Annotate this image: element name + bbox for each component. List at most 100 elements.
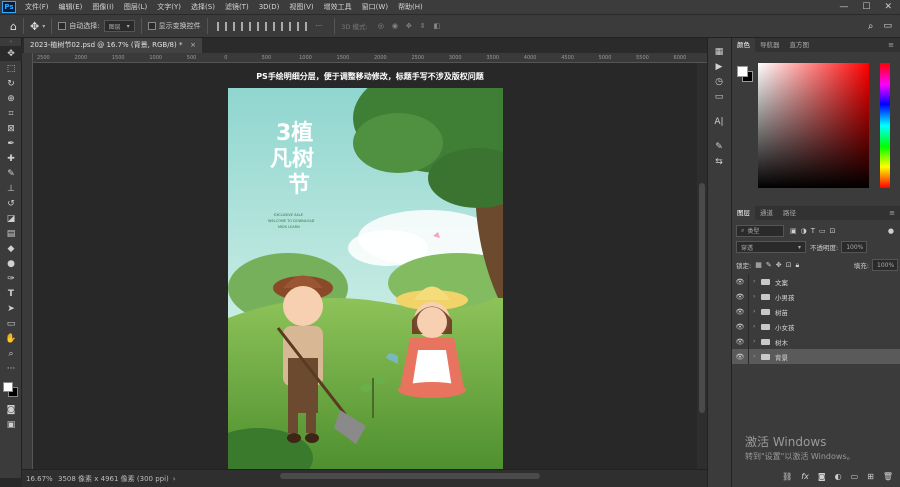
eye-icon[interactable]: 👁︎: [732, 353, 748, 361]
menu-filter[interactable]: 滤镜(T): [220, 2, 254, 12]
chevron-right-icon[interactable]: ›: [753, 338, 761, 345]
menu-3d[interactable]: 3D(D): [254, 3, 285, 11]
layer-row[interactable]: 👁︎ › 树苗: [732, 304, 900, 319]
layer-row[interactable]: 👁︎ › 树木: [732, 334, 900, 349]
slide-3d-icon[interactable]: ⇕: [420, 22, 426, 30]
hand-tool-icon[interactable]: ✋: [0, 331, 22, 346]
link-icon[interactable]: ⛓︎: [782, 472, 792, 481]
type-tool-icon[interactable]: T: [0, 286, 22, 301]
zoom-level[interactable]: 16.67%: [26, 475, 56, 483]
layers-menu-icon[interactable]: ≡: [889, 209, 895, 217]
adjustments-panel-icon[interactable]: ⇆: [708, 154, 730, 169]
scale-3d-icon[interactable]: ◧: [434, 22, 441, 30]
history-brush-tool-icon[interactable]: ↺: [0, 196, 22, 211]
pen-tool-icon[interactable]: ✑: [0, 271, 22, 286]
fx-icon[interactable]: fx: [801, 472, 809, 481]
more-options-icon[interactable]: ···: [316, 22, 323, 30]
lock-artboard-icon[interactable]: ⊡: [786, 261, 792, 269]
lock-transparent-icon[interactable]: ▦: [755, 261, 762, 269]
align-top-icon[interactable]: [264, 21, 275, 31]
tab-navigator[interactable]: 导航器: [755, 38, 785, 52]
move-tool-icon[interactable]: ✥: [0, 46, 22, 61]
filter-smart-icon[interactable]: ⊡: [830, 227, 836, 235]
menu-plugins[interactable]: 增效工具: [319, 2, 357, 12]
opacity-input[interactable]: 100%: [841, 241, 868, 253]
align-middle-icon[interactable]: [280, 21, 291, 31]
lock-all-icon[interactable]: 🔒︎: [795, 261, 799, 270]
menu-type[interactable]: 文字(Y): [152, 2, 186, 12]
maximize-button[interactable]: ☐: [862, 2, 870, 12]
filter-shape-icon[interactable]: ▭: [819, 227, 826, 235]
healing-brush-tool-icon[interactable]: ✚: [0, 151, 22, 166]
shape-tool-icon[interactable]: ▭: [0, 316, 22, 331]
layer-row[interactable]: 👁︎ › 小女孩: [732, 319, 900, 334]
actions-panel-icon[interactable]: ▶: [708, 59, 730, 74]
group-icon[interactable]: ▭: [851, 472, 859, 481]
hue-slider[interactable]: [880, 63, 890, 188]
show-transform-checkbox[interactable]: [147, 22, 156, 30]
search-icon[interactable]: ⌕: [868, 21, 874, 32]
tab-layers[interactable]: 图层: [732, 206, 755, 220]
quick-select-tool-icon[interactable]: ⊕: [0, 91, 22, 106]
auto-select-dropdown[interactable]: 图层 ▾: [103, 20, 135, 32]
document-artwork[interactable]: 3植 凡树 节 EXCLUSIVE SALE WELCOME TO DOWNLO…: [228, 88, 503, 472]
comments-panel-icon[interactable]: ▭: [708, 89, 730, 104]
tab-channels[interactable]: 通道: [755, 206, 778, 220]
home-icon[interactable]: ⌂: [10, 20, 17, 33]
chevron-right-icon[interactable]: ›: [753, 323, 761, 330]
layer-row[interactable]: 👁︎ › 小男孩: [732, 289, 900, 304]
minimize-button[interactable]: —: [839, 2, 848, 12]
frame-tool-icon[interactable]: ⊠: [0, 121, 22, 136]
filter-type-icon[interactable]: T: [811, 227, 815, 235]
clone-stamp-tool-icon[interactable]: ⊥: [0, 181, 22, 196]
character-panel-icon[interactable]: A|: [708, 114, 730, 129]
layer-filter-dropdown[interactable]: ⌕ 类型: [736, 224, 784, 237]
eraser-tool-icon[interactable]: ◪: [0, 211, 22, 226]
brush-tool-icon[interactable]: ✎: [0, 166, 22, 181]
path-select-tool-icon[interactable]: ➤: [0, 301, 22, 316]
tab-color[interactable]: 颜色: [732, 38, 755, 52]
dodge-tool-icon[interactable]: ●: [0, 256, 22, 271]
align-bottom-icon[interactable]: [296, 21, 307, 31]
vertical-scroll-thumb[interactable]: [699, 183, 705, 413]
crop-tool-icon[interactable]: ⌗: [0, 106, 22, 121]
blend-mode-dropdown[interactable]: 穿透 ▾: [736, 241, 806, 253]
align-right-icon[interactable]: [248, 21, 259, 31]
brushes-panel-icon[interactable]: ✎: [708, 139, 730, 154]
align-center-icon[interactable]: [232, 21, 243, 31]
layer-row[interactable]: 👁︎ › 文案: [732, 274, 900, 289]
adjustment-icon[interactable]: ◐: [835, 472, 842, 481]
pan-3d-icon[interactable]: ✥: [406, 22, 412, 30]
trash-icon[interactable]: 🗑︎: [883, 472, 893, 481]
orbit-3d-icon[interactable]: ◎: [378, 22, 384, 30]
eye-icon[interactable]: 👁︎: [732, 278, 748, 286]
marquee-tool-icon[interactable]: ⬚: [0, 61, 22, 76]
chevron-right-icon[interactable]: ›: [753, 353, 761, 360]
lock-position-icon[interactable]: ✥: [776, 261, 782, 269]
chevron-right-icon[interactable]: ›: [753, 308, 761, 315]
panel-menu-icon[interactable]: ≡: [888, 41, 894, 49]
document-tab[interactable]: 2023-植树节02.psd @ 16.7% (背景, RGB/8) * ×: [24, 38, 202, 53]
align-left-icon[interactable]: [216, 21, 227, 31]
lock-paint-icon[interactable]: ✎: [766, 261, 772, 269]
chevron-down-icon[interactable]: ▾: [42, 23, 45, 30]
lasso-tool-icon[interactable]: ↻: [0, 76, 22, 91]
close-window-button[interactable]: ✕: [884, 2, 892, 12]
filter-toggle-icon[interactable]: ●: [888, 227, 894, 235]
close-tab-icon[interactable]: ×: [190, 38, 196, 53]
menu-help[interactable]: 帮助(H): [393, 2, 428, 12]
gradient-tool-icon[interactable]: ▤: [0, 226, 22, 241]
layer-row-selected[interactable]: 👁︎ › 背景: [732, 349, 900, 364]
quick-mask-icon[interactable]: ◙: [0, 402, 22, 417]
color-swatches[interactable]: [0, 376, 21, 402]
new-layer-icon[interactable]: ⊞: [867, 472, 874, 481]
chevron-right-icon[interactable]: ›: [753, 293, 761, 300]
filter-pixel-icon[interactable]: ▣: [790, 227, 797, 235]
mask-icon[interactable]: ◙: [818, 472, 826, 481]
menu-file[interactable]: 文件(F): [20, 2, 54, 12]
eye-icon[interactable]: 👁︎: [732, 293, 748, 301]
auto-select-checkbox[interactable]: [58, 22, 67, 30]
foreground-swatch[interactable]: [737, 66, 748, 77]
screen-mode-icon[interactable]: ▣: [0, 417, 22, 432]
vertical-scrollbar[interactable]: [697, 63, 707, 469]
